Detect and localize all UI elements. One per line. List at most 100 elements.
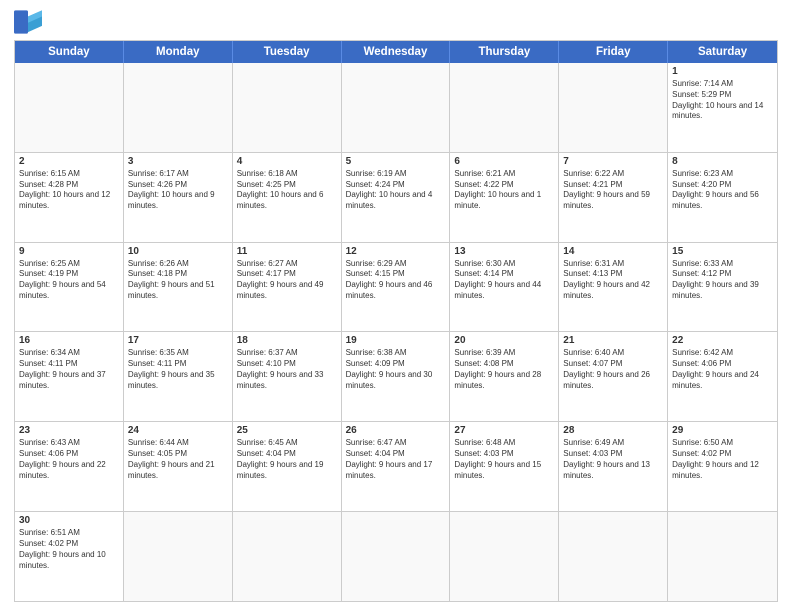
calendar-cell-2-5: 6 Sunrise: 6:21 AM Sunset: 4:22 PM Daylig… bbox=[450, 153, 559, 242]
cell-info: Sunrise: 6:48 AM Sunset: 4:03 PM Dayligh… bbox=[454, 438, 554, 481]
calendar-cell-4-2: 17 Sunrise: 6:35 AM Sunset: 4:11 PM Dayli… bbox=[124, 332, 233, 421]
cell-info: Sunrise: 6:17 AM Sunset: 4:26 PM Dayligh… bbox=[128, 169, 228, 212]
cell-info: Sunrise: 6:18 AM Sunset: 4:25 PM Dayligh… bbox=[237, 169, 337, 212]
calendar-cell-3-4: 12 Sunrise: 6:29 AM Sunset: 4:15 PM Dayli… bbox=[342, 243, 451, 332]
calendar-cell-4-5: 20 Sunrise: 6:39 AM Sunset: 4:08 PM Dayli… bbox=[450, 332, 559, 421]
generalblue-logo-icon bbox=[14, 10, 42, 34]
calendar-header-friday: Friday bbox=[559, 41, 668, 63]
calendar-row-4: 16Sunrise: 6:34 AM Sunset: 4:11 PM Dayli… bbox=[15, 332, 777, 422]
cell-info: Sunrise: 6:49 AM Sunset: 4:03 PM Dayligh… bbox=[563, 438, 663, 481]
calendar-cell-1-7: 1Sunrise: 7:14 AM Sunset: 5:29 PM Daylig… bbox=[668, 63, 777, 152]
day-number: 24 bbox=[128, 425, 228, 436]
day-number: 18 bbox=[237, 335, 337, 346]
calendar-cell-4-6: 21Sunrise: 6:40 AM Sunset: 4:07 PM Dayli… bbox=[559, 332, 668, 421]
cell-info: Sunrise: 6:15 AM Sunset: 4:28 PM Dayligh… bbox=[19, 169, 119, 212]
calendar-cell-6-2 bbox=[124, 512, 233, 601]
cell-info: Sunrise: 6:51 AM Sunset: 4:02 PM Dayligh… bbox=[19, 528, 119, 571]
calendar-header-monday: Monday bbox=[124, 41, 233, 63]
calendar-cell-2-1: 2 Sunrise: 6:15 AM Sunset: 4:28 PM Daylig… bbox=[15, 153, 124, 242]
calendar-cell-3-7: 15 Sunrise: 6:33 AM Sunset: 4:12 PM Dayli… bbox=[668, 243, 777, 332]
calendar-row-1: 1Sunrise: 7:14 AM Sunset: 5:29 PM Daylig… bbox=[15, 63, 777, 153]
calendar-cell-1-3 bbox=[233, 63, 342, 152]
cell-info: Sunrise: 6:29 AM Sunset: 4:15 PM Dayligh… bbox=[346, 259, 446, 302]
day-number: 5 bbox=[346, 156, 446, 167]
calendar-cell-4-4: 19 Sunrise: 6:38 AM Sunset: 4:09 PM Dayli… bbox=[342, 332, 451, 421]
calendar-cell-3-2: 10Sunrise: 6:26 AM Sunset: 4:18 PM Dayli… bbox=[124, 243, 233, 332]
cell-info: Sunrise: 6:33 AM Sunset: 4:12 PM Dayligh… bbox=[672, 259, 773, 302]
cell-info: Sunrise: 6:22 AM Sunset: 4:21 PM Dayligh… bbox=[563, 169, 663, 212]
cell-info: Sunrise: 6:39 AM Sunset: 4:08 PM Dayligh… bbox=[454, 348, 554, 391]
calendar-cell-1-2 bbox=[124, 63, 233, 152]
cell-info: Sunrise: 6:31 AM Sunset: 4:13 PM Dayligh… bbox=[563, 259, 663, 302]
day-number: 2 bbox=[19, 156, 119, 167]
cell-info: Sunrise: 7:14 AM Sunset: 5:29 PM Dayligh… bbox=[672, 79, 773, 122]
calendar-cell-5-2: 24 Sunrise: 6:44 AM Sunset: 4:05 PM Dayli… bbox=[124, 422, 233, 511]
day-number: 6 bbox=[454, 156, 554, 167]
calendar-header-thursday: Thursday bbox=[450, 41, 559, 63]
calendar-header-tuesday: Tuesday bbox=[233, 41, 342, 63]
calendar-cell-5-4: 26Sunrise: 6:47 AM Sunset: 4:04 PM Dayli… bbox=[342, 422, 451, 511]
day-number: 8 bbox=[672, 156, 773, 167]
calendar-cell-5-6: 28Sunrise: 6:49 AM Sunset: 4:03 PM Dayli… bbox=[559, 422, 668, 511]
calendar-cell-3-3: 11 Sunrise: 6:27 AM Sunset: 4:17 PM Dayli… bbox=[233, 243, 342, 332]
cell-info: Sunrise: 6:45 AM Sunset: 4:04 PM Dayligh… bbox=[237, 438, 337, 481]
day-number: 29 bbox=[672, 425, 773, 436]
calendar-cell-3-1: 9Sunrise: 6:25 AM Sunset: 4:19 PM Daylig… bbox=[15, 243, 124, 332]
day-number: 12 bbox=[346, 246, 446, 257]
calendar-cell-2-4: 5 Sunrise: 6:19 AM Sunset: 4:24 PM Daylig… bbox=[342, 153, 451, 242]
calendar-cell-2-3: 4 Sunrise: 6:18 AM Sunset: 4:25 PM Daylig… bbox=[233, 153, 342, 242]
day-number: 19 bbox=[346, 335, 446, 346]
cell-info: Sunrise: 6:37 AM Sunset: 4:10 PM Dayligh… bbox=[237, 348, 337, 391]
cell-info: Sunrise: 6:21 AM Sunset: 4:22 PM Dayligh… bbox=[454, 169, 554, 212]
calendar-header: SundayMondayTuesdayWednesdayThursdayFrid… bbox=[15, 41, 777, 63]
day-number: 11 bbox=[237, 246, 337, 257]
calendar-header-sunday: Sunday bbox=[15, 41, 124, 63]
cell-info: Sunrise: 6:27 AM Sunset: 4:17 PM Dayligh… bbox=[237, 259, 337, 302]
cell-info: Sunrise: 6:19 AM Sunset: 4:24 PM Dayligh… bbox=[346, 169, 446, 212]
calendar-cell-6-5 bbox=[450, 512, 559, 601]
cell-info: Sunrise: 6:38 AM Sunset: 4:09 PM Dayligh… bbox=[346, 348, 446, 391]
logo bbox=[14, 10, 46, 34]
calendar-body: 1Sunrise: 7:14 AM Sunset: 5:29 PM Daylig… bbox=[15, 63, 777, 601]
calendar-cell-1-4 bbox=[342, 63, 451, 152]
calendar-cell-4-7: 22Sunrise: 6:42 AM Sunset: 4:06 PM Dayli… bbox=[668, 332, 777, 421]
calendar-cell-6-7 bbox=[668, 512, 777, 601]
calendar-cell-6-3 bbox=[233, 512, 342, 601]
cell-info: Sunrise: 6:40 AM Sunset: 4:07 PM Dayligh… bbox=[563, 348, 663, 391]
cell-info: Sunrise: 6:43 AM Sunset: 4:06 PM Dayligh… bbox=[19, 438, 119, 481]
calendar-cell-3-5: 13Sunrise: 6:30 AM Sunset: 4:14 PM Dayli… bbox=[450, 243, 559, 332]
calendar-cell-5-7: 29 Sunrise: 6:50 AM Sunset: 4:02 PM Dayli… bbox=[668, 422, 777, 511]
calendar: SundayMondayTuesdayWednesdayThursdayFrid… bbox=[14, 40, 778, 602]
calendar-cell-6-6 bbox=[559, 512, 668, 601]
day-number: 3 bbox=[128, 156, 228, 167]
day-number: 30 bbox=[19, 515, 119, 526]
day-number: 20 bbox=[454, 335, 554, 346]
cell-info: Sunrise: 6:35 AM Sunset: 4:11 PM Dayligh… bbox=[128, 348, 228, 391]
calendar-cell-6-1: 30 Sunrise: 6:51 AM Sunset: 4:02 PM Dayli… bbox=[15, 512, 124, 601]
cell-info: Sunrise: 6:23 AM Sunset: 4:20 PM Dayligh… bbox=[672, 169, 773, 212]
header bbox=[14, 10, 778, 34]
day-number: 10 bbox=[128, 246, 228, 257]
day-number: 17 bbox=[128, 335, 228, 346]
calendar-cell-1-1 bbox=[15, 63, 124, 152]
calendar-header-wednesday: Wednesday bbox=[342, 41, 451, 63]
day-number: 15 bbox=[672, 246, 773, 257]
cell-info: Sunrise: 6:50 AM Sunset: 4:02 PM Dayligh… bbox=[672, 438, 773, 481]
calendar-cell-5-1: 23 Sunrise: 6:43 AM Sunset: 4:06 PM Dayli… bbox=[15, 422, 124, 511]
calendar-cell-5-5: 27Sunrise: 6:48 AM Sunset: 4:03 PM Dayli… bbox=[450, 422, 559, 511]
cell-info: Sunrise: 6:30 AM Sunset: 4:14 PM Dayligh… bbox=[454, 259, 554, 302]
calendar-cell-4-1: 16Sunrise: 6:34 AM Sunset: 4:11 PM Dayli… bbox=[15, 332, 124, 421]
page: SundayMondayTuesdayWednesdayThursdayFrid… bbox=[0, 0, 792, 612]
day-number: 4 bbox=[237, 156, 337, 167]
cell-info: Sunrise: 6:42 AM Sunset: 4:06 PM Dayligh… bbox=[672, 348, 773, 391]
calendar-cell-3-6: 14Sunrise: 6:31 AM Sunset: 4:13 PM Dayli… bbox=[559, 243, 668, 332]
day-number: 9 bbox=[19, 246, 119, 257]
calendar-cell-4-3: 18 Sunrise: 6:37 AM Sunset: 4:10 PM Dayli… bbox=[233, 332, 342, 421]
cell-info: Sunrise: 6:44 AM Sunset: 4:05 PM Dayligh… bbox=[128, 438, 228, 481]
day-number: 23 bbox=[19, 425, 119, 436]
day-number: 25 bbox=[237, 425, 337, 436]
calendar-cell-1-5 bbox=[450, 63, 559, 152]
calendar-cell-2-7: 8 Sunrise: 6:23 AM Sunset: 4:20 PM Daylig… bbox=[668, 153, 777, 242]
cell-info: Sunrise: 6:34 AM Sunset: 4:11 PM Dayligh… bbox=[19, 348, 119, 391]
day-number: 26 bbox=[346, 425, 446, 436]
